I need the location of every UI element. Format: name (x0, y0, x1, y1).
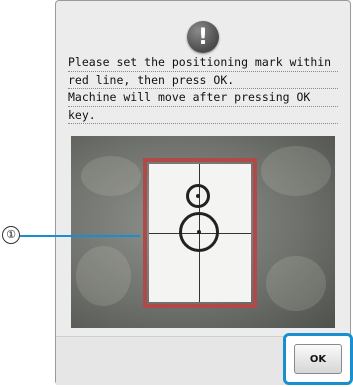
exclamation-icon: ! (187, 21, 219, 53)
fabric-pattern (81, 156, 141, 196)
positioning-dialog: ! Please set the positioning mark within… (55, 0, 351, 385)
message-line: Please set the positioning mark within (68, 54, 338, 72)
callout-number: ① (2, 226, 20, 244)
positioning-sticker (149, 164, 251, 302)
mark-center-dot (197, 230, 201, 234)
ok-button[interactable]: OK (294, 344, 342, 374)
fabric-pattern (261, 146, 331, 196)
dialog-message: Please set the positioning mark within r… (68, 54, 338, 124)
message-line: red line, then press OK. (68, 72, 338, 89)
camera-view (71, 136, 335, 328)
message-line: Machine will move after pressing OK (68, 89, 338, 107)
ok-button-highlight: OK (283, 333, 353, 385)
message-line: key. (68, 107, 338, 124)
mark-center-dot (196, 194, 200, 198)
fabric-pattern (266, 256, 326, 311)
fabric-pattern (76, 246, 131, 306)
callout-line (20, 235, 140, 237)
